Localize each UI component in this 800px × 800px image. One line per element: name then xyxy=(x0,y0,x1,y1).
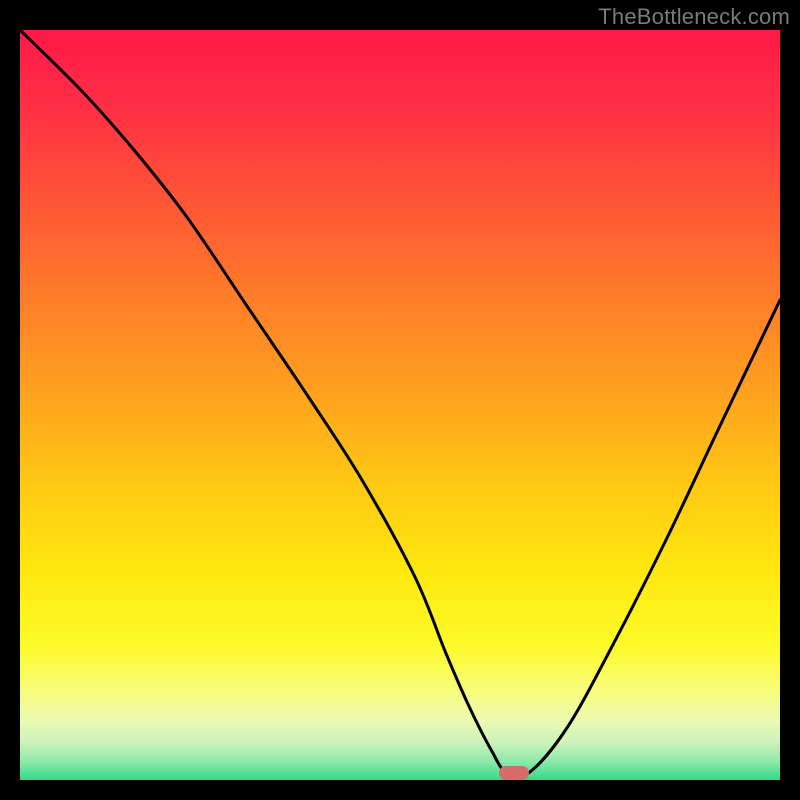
watermark-text: TheBottleneck.com xyxy=(598,4,790,30)
optimal-marker xyxy=(499,766,529,780)
plot-area xyxy=(20,30,780,780)
bottleneck-curve xyxy=(20,30,780,780)
chart-frame: TheBottleneck.com xyxy=(0,0,800,800)
